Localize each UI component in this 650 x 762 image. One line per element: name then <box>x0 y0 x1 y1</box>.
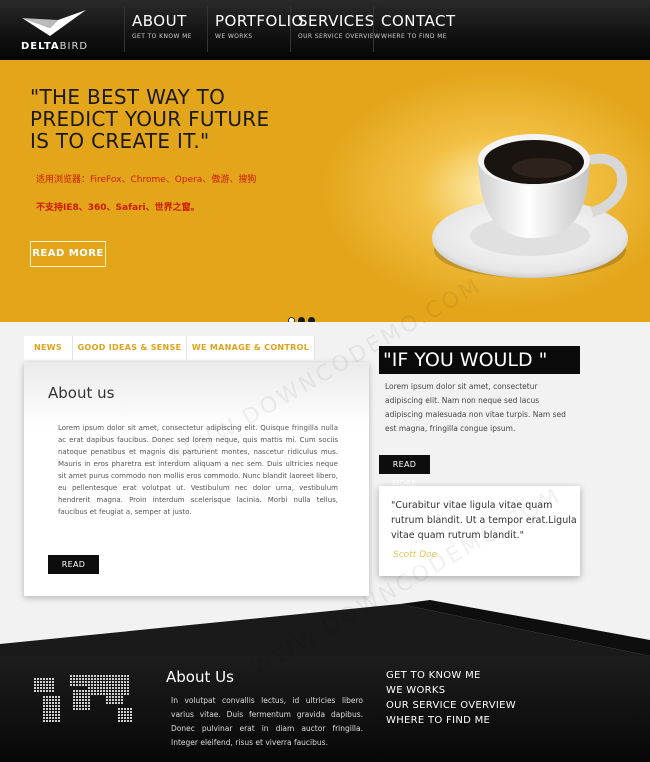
nav-divider <box>124 6 125 52</box>
slide-dot-1[interactable] <box>288 317 295 322</box>
slide-dot-3[interactable] <box>308 317 315 322</box>
bird-logo-icon <box>22 10 86 36</box>
nav-divider <box>373 6 374 52</box>
hero-slider: "THE BEST WAY TO PREDICT YOUR FUTURE IS … <box>0 60 650 322</box>
nav-about[interactable]: ABOUT GET TO KNOW ME <box>128 12 192 46</box>
nav-contact[interactable]: CONTACT WHERE TO FIND ME <box>377 12 456 46</box>
footer-links: GET TO KNOW ME WE WORKS OUR SERVICE OVER… <box>386 668 516 728</box>
about-read-more-button[interactable]: READ MORE <box>48 555 99 588</box>
tab-good-ideas[interactable]: GOOD IDEAS & SENSE <box>73 336 187 360</box>
nav-divider <box>207 6 208 52</box>
coffee-cup-image <box>432 134 628 278</box>
site-header: DELTABIRD ABOUT GET TO KNOW ME PORTFOLIO… <box>0 0 650 60</box>
footer-title: About Us <box>166 668 234 686</box>
right-text: Lorem ipsum dolor sit amet, consectetur … <box>385 382 566 433</box>
footer-link-we-works[interactable]: WE WORKS <box>386 683 516 698</box>
about-title: About us <box>48 384 115 402</box>
nav-services[interactable]: SERVICES OUR SERVICE OVERVIEW <box>294 12 380 46</box>
site-footer: About Us In volutpat convallis lectus, i… <box>0 656 650 762</box>
footer-link-services[interactable]: OUR SERVICE OVERVIEW <box>386 698 516 713</box>
slide-dot-2[interactable] <box>298 317 305 322</box>
logo-text: DELTABIRD <box>21 41 89 52</box>
footer-link-find-me[interactable]: WHERE TO FIND ME <box>386 713 516 728</box>
hero-title: "THE BEST WAY TO PREDICT YOUR FUTURE IS … <box>30 85 270 153</box>
right-read-more-button[interactable]: READ MORE <box>379 455 430 488</box>
tab-we-manage[interactable]: WE MANAGE & CONTROL <box>187 336 315 360</box>
browser-unsupported-note: 不支持IE8、360、Safari、世界之窗。 <box>36 203 200 213</box>
slider-pagination <box>288 309 318 322</box>
world-map-icon <box>34 675 132 722</box>
hero-read-more-button[interactable]: READ MORE <box>30 241 106 267</box>
about-card: About us Lorem ipsum dolor sit amet, con… <box>24 362 369 596</box>
footer-link-know-me[interactable]: GET TO KNOW ME <box>386 668 516 683</box>
tab-news[interactable]: NEWS <box>24 336 73 360</box>
right-heading: "IF YOU WOULD " <box>379 346 580 374</box>
browser-support-note: 适用浏览器：FireFox、Chrome、Opera、傲游、搜狗 <box>36 175 257 185</box>
nav-divider <box>290 6 291 52</box>
footer-text: In volutpat convallis lectus, id ultrici… <box>171 696 363 747</box>
logo[interactable]: DELTABIRD <box>18 8 90 56</box>
